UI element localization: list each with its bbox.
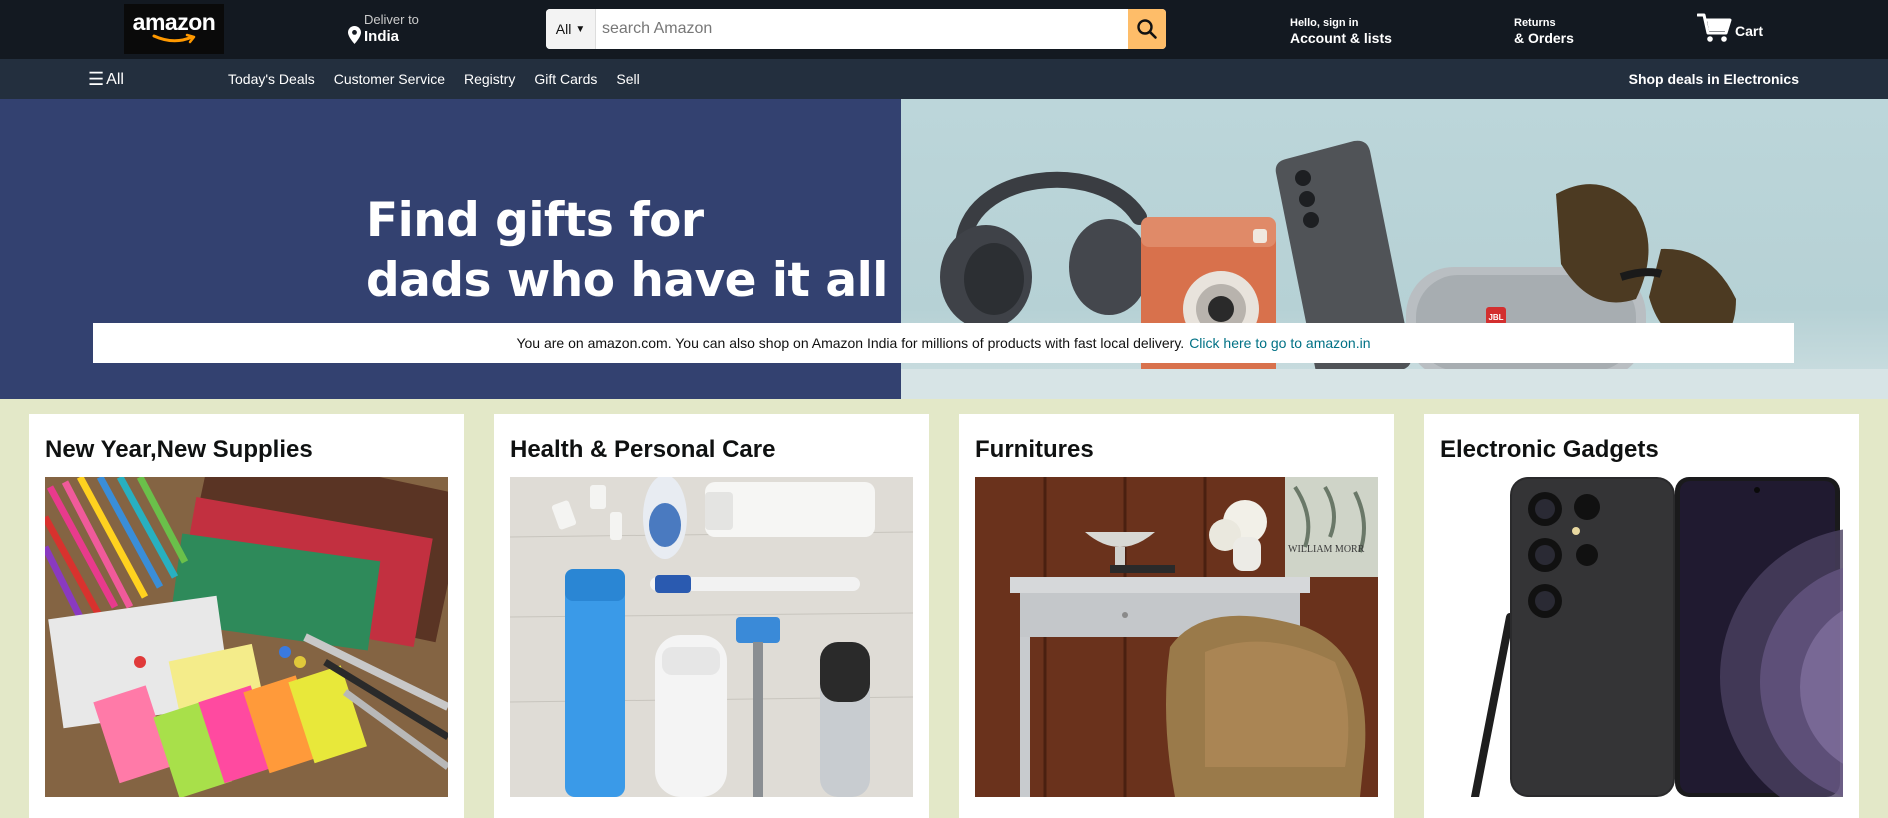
desk-chair-illustration: WILLIAM MORR [975, 477, 1378, 797]
locale-notice-text: You are on amazon.com. You can also shop… [516, 335, 1185, 351]
card-title: Furnitures [975, 436, 1094, 463]
deliver-to[interactable]: Deliver to India [348, 12, 419, 45]
all-menu-button[interactable]: ☰ All [88, 69, 124, 90]
returns-orders[interactable]: Returns & Orders [1514, 17, 1574, 46]
nav-link-sell[interactable]: Sell [616, 71, 639, 87]
search-input[interactable] [596, 9, 1128, 49]
locale-notice-banner: You are on amazon.com. You can also shop… [93, 323, 1794, 363]
headphones-icon [940, 171, 1149, 329]
card-title: New Year,New Supplies [45, 436, 313, 463]
subnav-links: Today's Deals Customer Service Registry … [228, 71, 640, 87]
electronics-deals-link[interactable]: Shop deals in Electronics [1629, 71, 1799, 87]
top-navbar: amazon Deliver to India All ▼ Hello, sig… [0, 0, 1888, 59]
logo-text: amazon [132, 9, 216, 35]
cart-icon [1697, 13, 1732, 42]
secondary-navbar: ☰ All Today's Deals Customer Service Reg… [0, 59, 1888, 99]
orders-label: & Orders [1514, 30, 1574, 46]
amazon-in-link[interactable]: Click here to go to amazon.in [1189, 335, 1370, 351]
nav-link-registry[interactable]: Registry [464, 71, 515, 87]
hero-title: Find gifts for dads who have it all [366, 191, 888, 311]
account-label: Account & lists [1290, 30, 1392, 46]
nav-link-gift-cards[interactable]: Gift Cards [534, 71, 597, 87]
hero-title-line1: Find gifts for [366, 193, 704, 248]
search-category-label: All [555, 21, 572, 37]
chevron-down-icon: ▼ [575, 23, 586, 35]
category-card-furniture[interactable]: Furnitures WILLIAM MORR [959, 414, 1394, 818]
all-label: All [106, 70, 124, 88]
hamburger-icon: ☰ [88, 69, 105, 89]
stationery-illustration [45, 477, 448, 797]
search-category-select[interactable]: All ▼ [546, 9, 596, 49]
card-title: Health & Personal Care [510, 436, 776, 463]
deliver-label: Deliver to [364, 12, 419, 27]
account-lists[interactable]: Hello, sign in Account & lists [1290, 17, 1392, 46]
smartphone-image[interactable] [1440, 477, 1843, 797]
account-greeting: Hello, sign in [1290, 17, 1359, 29]
poster-text: WILLIAM MORR [1288, 544, 1365, 555]
cart-label: Cart [1735, 23, 1764, 39]
category-cards-section: New Year,New Supplies Health & Personal … [0, 399, 1888, 818]
cart-button[interactable]: Cart [1697, 12, 1763, 44]
search-button[interactable] [1128, 9, 1166, 49]
category-card-health[interactable]: Health & Personal Care [494, 414, 929, 818]
stationery-image[interactable] [45, 477, 448, 797]
smile-arrow-icon [152, 33, 196, 44]
personal-care-image[interactable] [510, 477, 913, 797]
search-bar: All ▼ [546, 9, 1166, 49]
nav-link-customer-service[interactable]: Customer Service [334, 71, 445, 87]
category-card-supplies[interactable]: New Year,New Supplies [29, 414, 464, 818]
amazon-logo[interactable]: amazon [124, 4, 224, 54]
phone-stylus-illustration [1440, 477, 1843, 797]
furniture-image[interactable]: WILLIAM MORR [975, 477, 1378, 797]
card-title: Electronic Gadgets [1440, 436, 1659, 463]
nav-link-todays-deals[interactable]: Today's Deals [228, 71, 315, 87]
location-pin-icon [348, 26, 361, 44]
hero-title-line2: dads who have it all [366, 253, 888, 308]
returns-label: Returns [1514, 17, 1556, 29]
category-card-electronics[interactable]: Electronic Gadgets [1424, 414, 1859, 818]
search-icon [1137, 19, 1157, 39]
speaker-brand: JBL [1488, 313, 1503, 322]
personal-care-illustration [510, 477, 913, 797]
